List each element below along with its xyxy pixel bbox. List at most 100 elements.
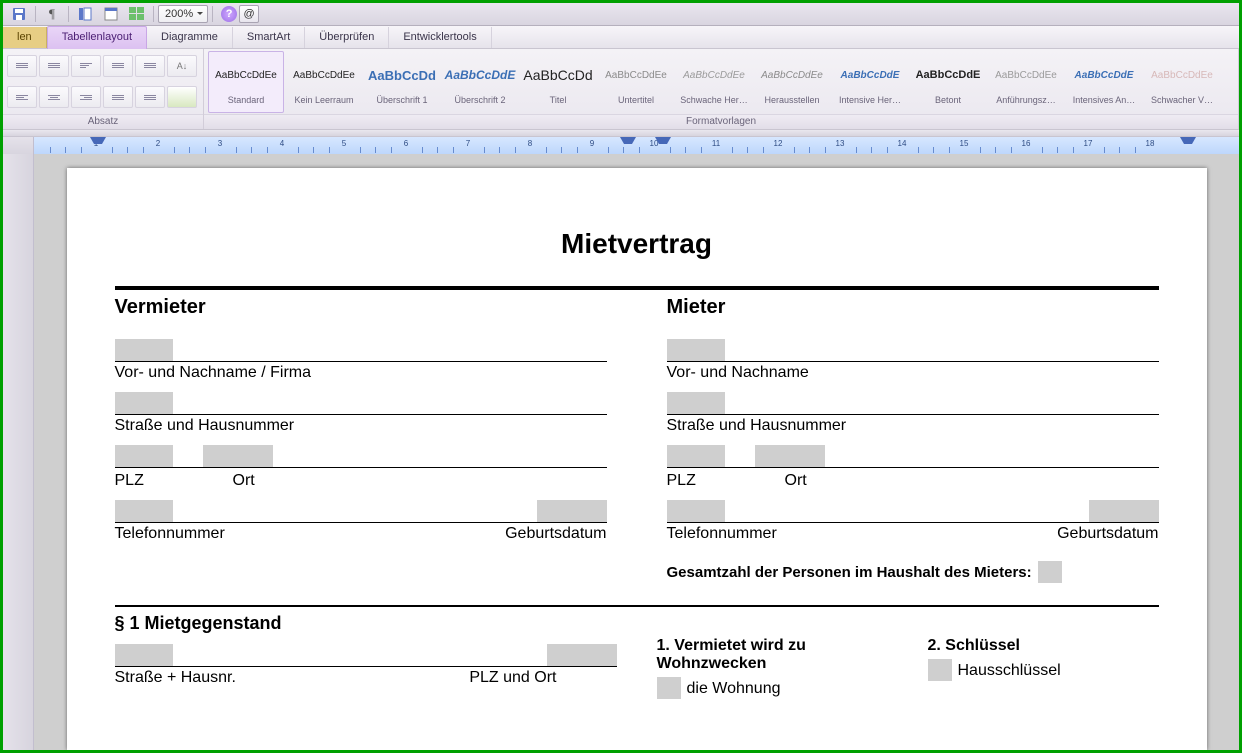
placeholder-icon[interactable] <box>667 392 725 414</box>
placeholder-icon[interactable] <box>115 392 173 414</box>
field-line[interactable] <box>115 388 607 415</box>
field-line[interactable] <box>115 335 607 362</box>
shading-icon[interactable] <box>167 86 197 108</box>
label-tel: Telefonnummer <box>667 525 777 543</box>
document-canvas[interactable]: Mietvertrag Vermieter Vor- und Nachname … <box>34 154 1239 750</box>
label-household: Gesamtzahl der Personen im Haushalt des … <box>667 561 1159 583</box>
field-line[interactable] <box>667 441 1159 468</box>
tab-tabellenlayout[interactable]: Tabellenlayout <box>47 26 147 49</box>
placeholder-icon[interactable] <box>1038 561 1062 583</box>
vertical-ruler[interactable] <box>3 154 34 750</box>
label-street2: Straße + Hausnr. <box>115 669 236 687</box>
tab-entwicklertools[interactable]: Entwicklertools <box>389 27 491 48</box>
field-line[interactable] <box>667 335 1159 362</box>
style-intensives-an-[interactable]: AaBbCcDdEIntensives An… <box>1066 51 1142 113</box>
label-name: Vor- und Nachname / Firma <box>115 364 607 382</box>
ribbon: A↓ Absatz AaBbCcDdEeStandardAaBbCcDdEeKe… <box>3 49 1239 130</box>
placeholder-icon[interactable] <box>115 339 173 361</box>
indent-left-icon[interactable] <box>103 55 133 77</box>
pilcrow-icon[interactable]: ¶ <box>40 4 64 24</box>
heading-section1: § 1 Mietgegenstand <box>115 613 617 634</box>
heading-sub1: 1. Vermietet wird zu Wohnzwecken <box>657 637 888 673</box>
heading-mieter: Mieter <box>667 296 1159 319</box>
field-line[interactable] <box>115 640 617 667</box>
separator <box>115 286 1159 290</box>
line-spacing-icon[interactable] <box>135 86 165 108</box>
workspace: Mietvertrag Vermieter Vor- und Nachname … <box>3 154 1239 750</box>
field-line[interactable] <box>115 496 607 523</box>
label-plzort: PLZ und Ort <box>469 669 556 687</box>
placeholder-icon[interactable] <box>115 500 173 522</box>
tab-truncated[interactable]: len <box>3 27 47 48</box>
zoom-select[interactable]: 200% <box>158 5 208 23</box>
group-title-absatz: Absatz <box>3 114 203 129</box>
align-center-icon[interactable] <box>39 86 69 108</box>
separator <box>115 605 1159 607</box>
group-formatvorlagen: AaBbCcDdEeStandardAaBbCcDdEeKein Leerrau… <box>204 49 1239 129</box>
style-intensive-her-[interactable]: AaBbCcDdEIntensive Her… <box>832 51 908 113</box>
placeholder-icon[interactable] <box>755 445 825 467</box>
label-hausschluessel: Hausschlüssel <box>958 662 1061 680</box>
placeholder-icon[interactable] <box>537 500 607 522</box>
checkbox-icon[interactable] <box>657 677 681 699</box>
tab-ueberpruefen[interactable]: Überprüfen <box>305 27 389 48</box>
placeholder-icon[interactable] <box>667 339 725 361</box>
sort-icon[interactable]: A↓ <box>167 55 197 77</box>
align-right-icon[interactable] <box>71 86 101 108</box>
indent-right-icon[interactable] <box>135 55 165 77</box>
bullets-icon[interactable] <box>7 55 37 77</box>
doc-title: Mietvertrag <box>115 228 1159 260</box>
field-line[interactable] <box>667 496 1159 523</box>
label-ort: Ort <box>785 472 807 490</box>
layout-icon[interactable] <box>99 4 123 24</box>
style-titel[interactable]: AaBbCcDdTitel <box>520 51 596 113</box>
placeholder-icon[interactable] <box>547 644 617 666</box>
placeholder-icon[interactable] <box>115 445 173 467</box>
style-standard[interactable]: AaBbCcDdEeStandard <box>208 51 284 113</box>
placeholder-icon[interactable] <box>667 445 725 467</box>
field-line[interactable] <box>667 388 1159 415</box>
style-schwache-her-[interactable]: AaBbCcDdEeSchwache Her… <box>676 51 752 113</box>
label-street: Straße und Hausnummer <box>667 417 1159 435</box>
label-plz: PLZ <box>667 472 755 490</box>
multilevel-icon[interactable] <box>71 55 101 77</box>
at-icon[interactable]: @ <box>239 5 259 23</box>
placeholder-icon[interactable] <box>667 500 725 522</box>
style-schwacher-v-[interactable]: AaBbCcDdEeSchwacher V… <box>1144 51 1220 113</box>
heading-sub2: 2. Schlüssel <box>928 637 1159 655</box>
style-anf-hrungsz-[interactable]: AaBbCcDdEeAnführungsz… <box>988 51 1064 113</box>
style-untertitel[interactable]: AaBbCcDdEeUntertitel <box>598 51 674 113</box>
save-icon[interactable] <box>7 4 31 24</box>
align-left-icon[interactable] <box>7 86 37 108</box>
checkbox-icon[interactable] <box>928 659 952 681</box>
ribbon-tabs: len Tabellenlayout Diagramme SmartArt Üb… <box>3 26 1239 49</box>
justify-icon[interactable] <box>103 86 133 108</box>
col-section1-right: 1. Vermietet wird zu Wohnzwecken die Woh… <box>657 613 1159 699</box>
help-icon[interactable]: ? <box>221 6 237 22</box>
style--berschrift-2[interactable]: AaBbCcDdEÜberschrift 2 <box>442 51 518 113</box>
style-kein-leerraum[interactable]: AaBbCcDdEeKein Leerraum <box>286 51 362 113</box>
style-herausstellen[interactable]: AaBbCcDdEeHerausstellen <box>754 51 830 113</box>
style-betont[interactable]: AaBbCcDdEBetont <box>910 51 986 113</box>
gallery-icon[interactable] <box>125 4 149 24</box>
ruler-gap <box>3 130 1239 137</box>
quick-access-toolbar: ¶ 200% ? @ <box>3 3 1239 26</box>
style--berschrift-1[interactable]: AaBbCcDdÜberschrift 1 <box>364 51 440 113</box>
placeholder-icon[interactable] <box>115 644 173 666</box>
label-dob: Geburtsdatum <box>505 525 606 543</box>
label-plz: PLZ <box>115 472 203 490</box>
field-line[interactable] <box>115 441 607 468</box>
sidebar-toggle-icon[interactable] <box>73 4 97 24</box>
label-wohnung: die Wohnung <box>687 680 781 698</box>
numbering-icon[interactable] <box>39 55 69 77</box>
zoom-value: 200% <box>165 8 193 20</box>
label-tel: Telefonnummer <box>115 525 225 543</box>
placeholder-icon[interactable] <box>1089 500 1159 522</box>
label-ort: Ort <box>233 472 255 490</box>
tab-smartart[interactable]: SmartArt <box>233 27 305 48</box>
tab-diagramme[interactable]: Diagramme <box>147 27 233 48</box>
placeholder-icon[interactable] <box>203 445 273 467</box>
label-street: Straße und Hausnummer <box>115 417 607 435</box>
group-title-formatvorlagen: Formatvorlagen <box>204 114 1238 129</box>
col-section1-left: § 1 Mietgegenstand Straße + Hausnr. PLZ u… <box>115 613 617 699</box>
